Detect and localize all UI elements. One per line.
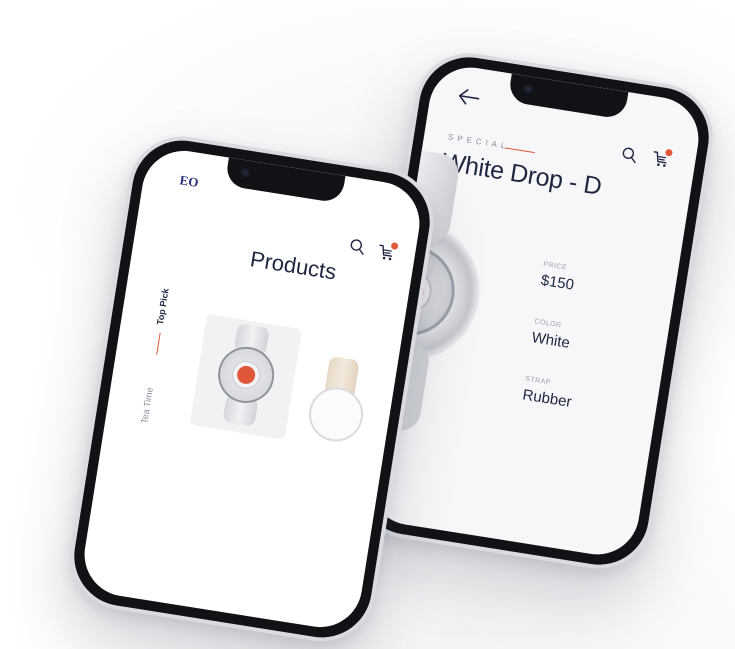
- page-title: Products: [248, 246, 339, 285]
- phone-frame: EO Products Top Pick Tea Time: [67, 133, 437, 645]
- cart-badge: [390, 242, 399, 251]
- watch-image-beige[interactable]: [299, 354, 375, 472]
- spec-label: PRICE: [542, 260, 568, 272]
- tab-top-pick[interactable]: Top Pick: [155, 288, 171, 326]
- spec-price: PRICE $150: [540, 261, 577, 294]
- tab-tea-time[interactable]: Tea Time: [139, 387, 155, 425]
- spec-value: Rubber: [521, 386, 573, 411]
- camera-icon: [240, 167, 251, 178]
- search-icon[interactable]: [620, 146, 638, 164]
- back-arrow-icon[interactable]: [455, 85, 482, 109]
- spec-value: $150: [539, 271, 576, 294]
- watch-face: [305, 383, 367, 446]
- search-icon[interactable]: [348, 238, 366, 256]
- notch: [224, 157, 346, 204]
- active-tab-indicator: [156, 332, 161, 355]
- spec-strap: STRAP Rubber: [521, 376, 574, 411]
- camera-icon: [523, 83, 534, 95]
- product-title: White Drop - D: [440, 147, 604, 201]
- notch: [507, 73, 629, 120]
- accent-line: [505, 147, 535, 154]
- cart-badge: [664, 148, 673, 157]
- special-label: SPECIAL: [447, 132, 510, 152]
- products-screen: EO Products Top Pick Tea Time: [78, 144, 426, 634]
- spec-value: White: [530, 329, 572, 352]
- spec-color: COLOR White: [531, 318, 573, 352]
- phone-products: EO Products Top Pick Tea Time: [62, 128, 442, 649]
- watch-image: [201, 320, 292, 431]
- brand-logo[interactable]: EO: [179, 172, 200, 191]
